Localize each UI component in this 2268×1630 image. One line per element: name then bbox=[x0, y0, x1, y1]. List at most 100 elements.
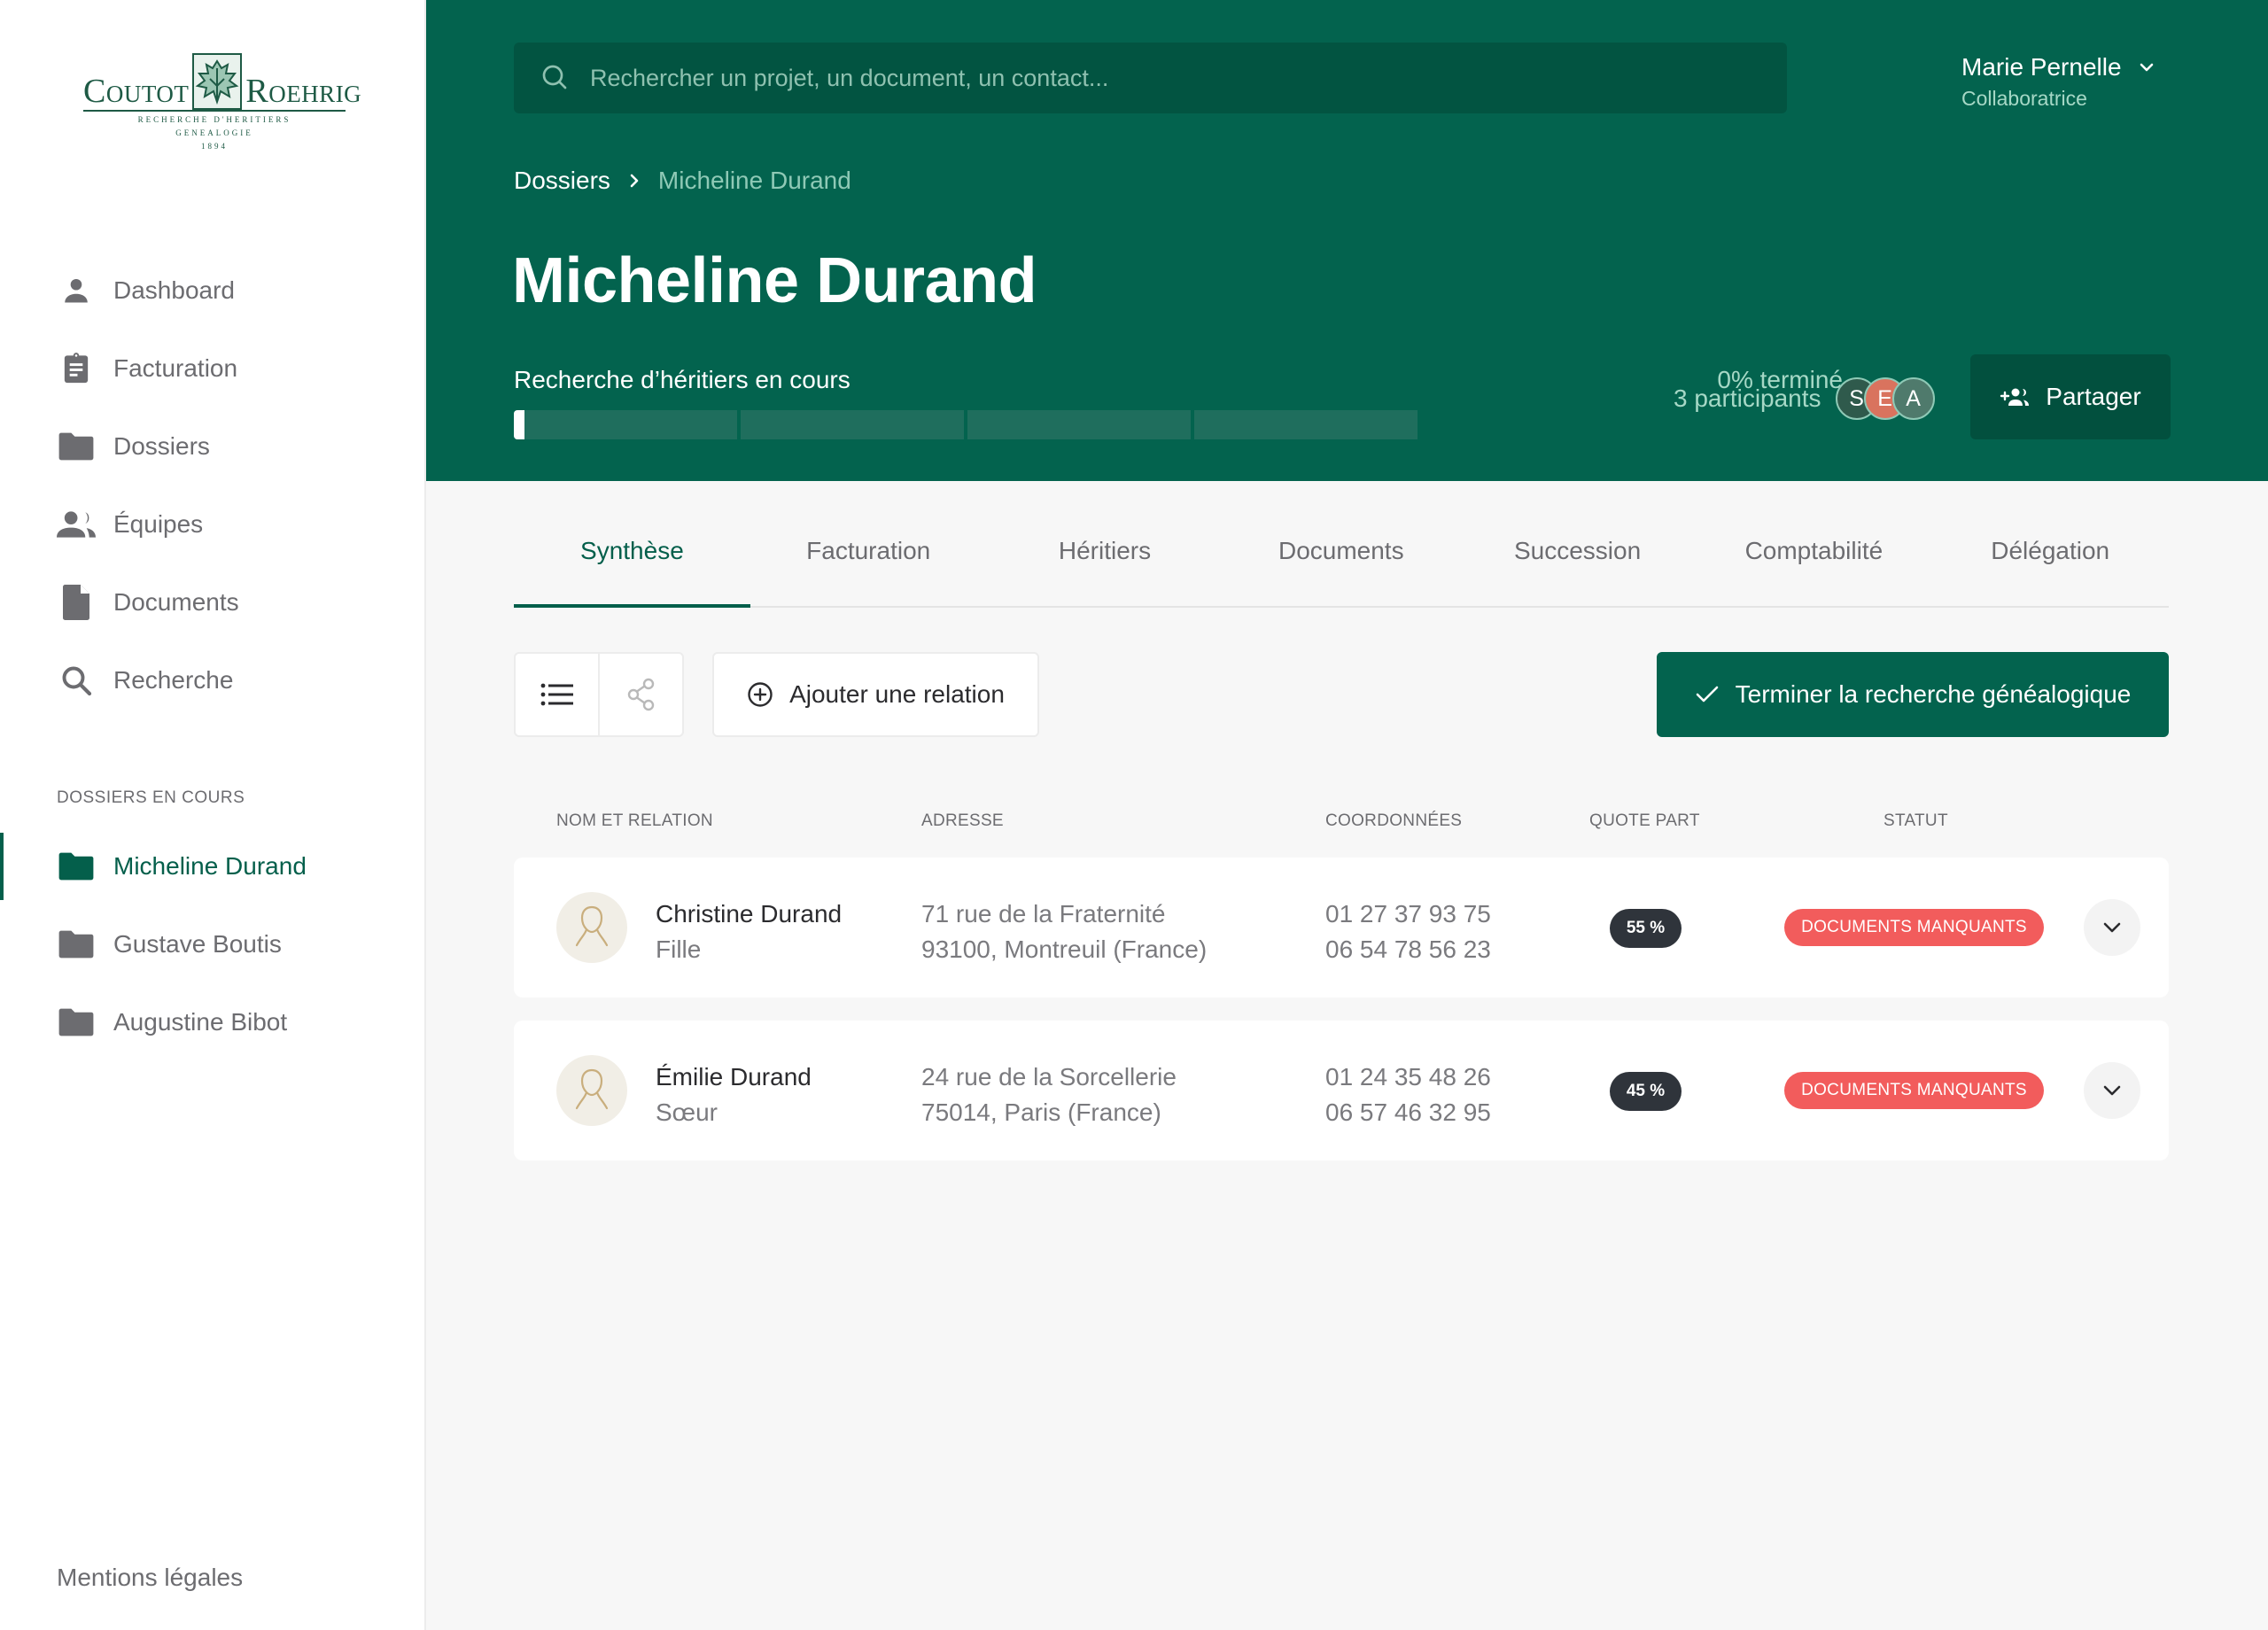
plus-circle-icon bbox=[748, 682, 773, 707]
search-input[interactable] bbox=[590, 64, 1742, 92]
expand-row-button[interactable] bbox=[2084, 1062, 2140, 1119]
progress-segment bbox=[1194, 410, 1418, 439]
progress-bar bbox=[514, 410, 1418, 439]
tab-heritiers[interactable]: Héritiers bbox=[987, 523, 1223, 606]
chevron-down-icon bbox=[2103, 922, 2121, 933]
column-header-contact[interactable]: COORDONNÉES bbox=[1325, 811, 1462, 831]
search-icon bbox=[57, 661, 96, 700]
chevron-down-icon bbox=[2103, 1085, 2121, 1096]
dossier-item-gustave-boutis[interactable]: Gustave Boutis bbox=[0, 905, 426, 983]
document-icon bbox=[57, 583, 96, 622]
sidebar-item-label: Documents bbox=[113, 588, 239, 616]
dossier-label: Micheline Durand bbox=[113, 852, 307, 880]
heir-relation: Fille bbox=[656, 935, 702, 963]
tree-icon bbox=[627, 678, 654, 711]
tab-documents[interactable]: Documents bbox=[1223, 523, 1459, 606]
page-title: Micheline Durand bbox=[512, 245, 1037, 316]
add-relation-button[interactable]: Ajouter une relation bbox=[712, 652, 1039, 737]
user-name: Marie Pernelle bbox=[1961, 53, 2122, 81]
phone-1: 01 27 37 93 75 bbox=[1325, 900, 1491, 928]
folder-icon bbox=[57, 1003, 96, 1042]
tab-comptabilite[interactable]: Comptabilité bbox=[1696, 523, 1932, 606]
sidebar-item-label: Dossiers bbox=[113, 432, 210, 460]
clipboard-icon bbox=[57, 349, 96, 388]
logo-text-left: Coutot bbox=[83, 73, 190, 110]
person-icon bbox=[57, 271, 96, 310]
sidebar-item-dossiers[interactable]: Dossiers bbox=[57, 408, 239, 485]
address-line-2: 93100, Montreuil (France) bbox=[921, 935, 1208, 963]
add-relation-label: Ajouter une relation bbox=[789, 680, 1005, 708]
sidebar-item-documents[interactable]: Documents bbox=[57, 563, 239, 641]
sidebar-item-label: Dashboard bbox=[113, 276, 235, 304]
quota-badge: 45 % bbox=[1610, 1072, 1682, 1111]
share-button[interactable]: Partager bbox=[1970, 354, 2171, 439]
legal-notice-link[interactable]: Mentions légales bbox=[57, 1564, 243, 1592]
address-line-1: 24 rue de la Sorcellerie bbox=[921, 1063, 1177, 1091]
heir-name: Christine Durand bbox=[656, 900, 843, 928]
progress-segment bbox=[967, 410, 1191, 439]
logo-tagline-2: GENEALOGIE bbox=[175, 128, 253, 137]
dossier-label: Augustine Bibot bbox=[113, 1008, 288, 1036]
dossier-label: Gustave Boutis bbox=[113, 930, 282, 958]
logo-year: 1894 bbox=[201, 142, 228, 151]
folder-icon bbox=[57, 427, 96, 466]
avatar bbox=[556, 892, 627, 963]
folder-icon bbox=[57, 925, 96, 964]
list-view-button[interactable] bbox=[516, 654, 598, 735]
progress-fill bbox=[514, 410, 524, 439]
heir-relation: Sœur bbox=[656, 1098, 718, 1126]
table-header: NOM ET RELATION ADRESSE COORDONNÉES QUOT… bbox=[514, 811, 2169, 838]
user-role: Collaboratrice bbox=[1961, 87, 2087, 110]
breadcrumb-dossiers-link[interactable]: Dossiers bbox=[514, 167, 610, 195]
address-line-1: 71 rue de la Fraternité bbox=[921, 900, 1166, 928]
table-row[interactable]: Christine Durand Fille 71 rue de la Frat… bbox=[514, 858, 2169, 997]
breadcrumb: Dossiers Micheline Durand bbox=[514, 167, 851, 195]
sidebar-item-equipes[interactable]: Équipes bbox=[57, 485, 239, 563]
address-line-2: 75014, Paris (France) bbox=[921, 1098, 1161, 1126]
column-header-address[interactable]: ADRESSE bbox=[921, 811, 1004, 831]
list-icon bbox=[540, 683, 573, 706]
tab-synthese[interactable]: Synthèse bbox=[514, 523, 750, 608]
view-toggle bbox=[514, 652, 684, 737]
tab-delegation[interactable]: Délégation bbox=[1932, 523, 2169, 606]
dossier-item-augustine-bibot[interactable]: Augustine Bibot bbox=[0, 983, 426, 1061]
global-search[interactable] bbox=[514, 43, 1787, 113]
sidebar-item-label: Équipes bbox=[113, 510, 204, 538]
female-silhouette-icon bbox=[575, 905, 609, 947]
logo-text-right: Roehrig bbox=[245, 73, 362, 110]
sidebar-item-dashboard[interactable]: Dashboard bbox=[57, 252, 239, 330]
sidebar-item-recherche[interactable]: Recherche bbox=[57, 641, 239, 719]
add-people-icon bbox=[2000, 388, 2030, 406]
phone-1: 01 24 35 48 26 bbox=[1325, 1063, 1491, 1091]
share-label: Partager bbox=[2046, 383, 2141, 410]
dossier-item-micheline-durand[interactable]: Micheline Durand bbox=[0, 827, 426, 905]
column-header-status[interactable]: STATUT bbox=[1884, 811, 1948, 831]
tab-facturation[interactable]: Facturation bbox=[750, 523, 987, 606]
avatar bbox=[556, 1055, 627, 1126]
participant-avatars: S E A bbox=[1835, 377, 1935, 420]
participant-avatar[interactable]: A bbox=[1891, 377, 1935, 420]
user-menu[interactable]: Marie Pernelle Collaboratrice bbox=[1961, 53, 2155, 111]
finish-research-button[interactable]: Terminer la recherche généalogique bbox=[1657, 652, 2169, 737]
column-header-quota[interactable]: QUOTE PART bbox=[1589, 811, 1700, 831]
dossiers-list: Micheline Durand Gustave Boutis Augustin… bbox=[0, 827, 426, 1061]
quota-badge: 55 % bbox=[1610, 909, 1682, 948]
phone-2: 06 54 78 56 23 bbox=[1325, 935, 1491, 963]
participants[interactable]: 3 participants S E A bbox=[1674, 377, 1935, 420]
column-header-name[interactable]: NOM ET RELATION bbox=[556, 811, 713, 831]
sidebar: Coutot Roehrig RECHERCHE D'HERITIERS GEN… bbox=[0, 0, 426, 1630]
expand-row-button[interactable] bbox=[2084, 899, 2140, 956]
chevron-down-icon bbox=[2140, 63, 2153, 72]
chevron-right-icon bbox=[628, 172, 641, 190]
breadcrumb-current: Micheline Durand bbox=[657, 167, 851, 194]
tab-succession[interactable]: Succession bbox=[1459, 523, 1696, 606]
finish-research-label: Terminer la recherche généalogique bbox=[1735, 680, 2132, 708]
company-logo[interactable]: Coutot Roehrig RECHERCHE D'HERITIERS GEN… bbox=[83, 53, 361, 151]
sidebar-item-facturation[interactable]: Facturation bbox=[57, 330, 239, 408]
leaf-emblem-icon bbox=[192, 53, 243, 110]
dossiers-section-title: DOSSIERS EN COURS bbox=[57, 788, 245, 807]
table-row[interactable]: Émilie Durand Sœur 24 rue de la Sorcelle… bbox=[514, 1021, 2169, 1160]
dossier-tabs: Synthèse Facturation Héritiers Documents… bbox=[514, 523, 2169, 608]
tree-view-button[interactable] bbox=[598, 654, 682, 735]
progress-segment bbox=[741, 410, 964, 439]
